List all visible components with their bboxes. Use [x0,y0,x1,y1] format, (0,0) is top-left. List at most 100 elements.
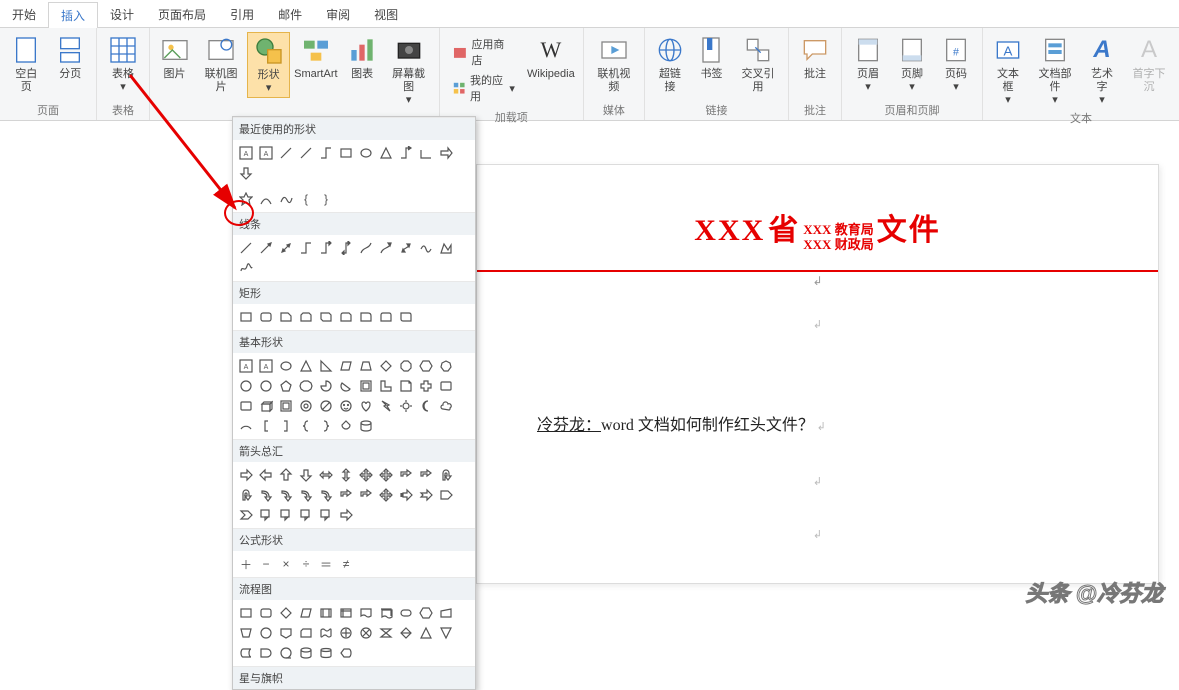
shape-rect-round2[interactable] [377,308,395,326]
shape-gen-arrow-shapes-5[interactable] [337,466,355,484]
shape-gen-arrow-shapes-16[interactable] [337,486,355,504]
shape-gen-flow-shapes-14[interactable] [297,624,315,642]
shape-gen-basic-shapes-17[interactable] [357,377,375,395]
shape-line-double-arrow[interactable] [277,239,295,257]
shape-gen-arrow-shapes-8[interactable] [397,466,415,484]
shape-line-arrow[interactable] [257,239,275,257]
tab-pagelayout[interactable]: 页面布局 [146,2,218,27]
shape-gen-arrow-shapes-4[interactable] [317,466,335,484]
shape-elbow-da[interactable] [337,239,355,257]
shape-arrow[interactable] [437,144,455,162]
shape-gen-flow-shapes-24[interactable] [277,644,295,662]
shape-gen-basic-shapes-38[interactable] [337,417,355,435]
shape-gen-flow-shapes-1[interactable] [257,604,275,622]
shape-gen-basic-shapes-15[interactable] [317,377,335,395]
shape-gen-arrow-shapes-3[interactable] [297,466,315,484]
shape-gen-basic-shapes-24[interactable] [277,397,295,415]
wordart-button[interactable]: A艺术字▾ [1081,32,1123,109]
shape-line-straight[interactable] [237,239,255,257]
shape-gen-arrow-shapes-22[interactable] [237,506,255,524]
shape-gen-arrow-shapes-18[interactable] [377,486,395,504]
screenshot-button[interactable]: 屏幕截图▾ [383,32,435,109]
shape-curve-c[interactable] [357,239,375,257]
shape-gen-basic-shapes-11[interactable] [237,377,255,395]
shape-gen-basic-shapes-9[interactable] [417,357,435,375]
shape-gen-flow-shapes-12[interactable] [257,624,275,642]
shape-gen-basic-shapes-12[interactable] [257,377,275,395]
shape-gen-basic-shapes-16[interactable] [337,377,355,395]
shape-gen-flow-shapes-11[interactable] [237,624,255,642]
shape-gen-basic-shapes-13[interactable] [277,377,295,395]
shape-gen-arrow-shapes-2[interactable] [277,466,295,484]
dropcap-button[interactable]: A首字下沉 [1123,32,1175,96]
shape-triangle[interactable] [377,144,395,162]
shape-gen-flow-shapes-8[interactable] [397,604,415,622]
shape-line2[interactable] [297,144,315,162]
shape-gen-basic-shapes-7[interactable] [377,357,395,375]
shape-gen-flow-shapes-20[interactable] [417,624,435,642]
shape-gen-arrow-shapes-7[interactable] [377,466,395,484]
shape-gen-flow-shapes-15[interactable] [317,624,335,642]
shape-gen-basic-shapes-14[interactable] [297,377,315,395]
shape-multiply[interactable]: × [277,555,295,573]
footer-button[interactable]: 页脚▾ [890,32,934,96]
shape-gen-arrow-shapes-14[interactable] [297,486,315,504]
shape-gen-arrow-shapes-17[interactable] [357,486,375,504]
shape-gen-flow-shapes-26[interactable] [317,644,335,662]
shape-gen-basic-shapes-19[interactable] [397,377,415,395]
shape-gen-basic-shapes-36[interactable] [297,417,315,435]
cross-reference-button[interactable]: 交叉引用 [732,32,784,96]
shape-free-curve[interactable] [417,239,435,257]
shape-gen-basic-shapes-10[interactable] [437,357,455,375]
tab-view[interactable]: 视图 [362,2,410,27]
tab-design[interactable]: 设计 [98,2,146,27]
shape-gen-basic-shapes-32[interactable] [437,397,455,415]
shape-gen-basic-shapes-28[interactable] [357,397,375,415]
shape-gen-arrow-shapes-0[interactable] [237,466,255,484]
smartart-button[interactable]: SmartArt [290,32,341,83]
shape-gen-flow-shapes-23[interactable] [257,644,275,662]
shape-gen-basic-shapes-31[interactable] [417,397,435,415]
shape-notequal[interactable]: ≠ [337,555,355,573]
chart-button[interactable]: 图表 [342,32,383,83]
shape-brace-r[interactable]: } [317,190,335,208]
tab-review[interactable]: 审阅 [314,2,362,27]
shape-gen-basic-shapes-33[interactable] [237,417,255,435]
shape-gen-arrow-shapes-26[interactable] [317,506,335,524]
wikipedia-button[interactable]: WWikipedia [523,32,579,83]
shape-gen-basic-shapes-25[interactable] [297,397,315,415]
shape-rect1[interactable] [237,308,255,326]
shape-curve[interactable] [277,190,295,208]
textbox-button[interactable]: A文本框▾ [987,32,1029,109]
shape-rect-snip2d[interactable] [317,308,335,326]
shape-gen-flow-shapes-10[interactable] [437,604,455,622]
shape-rect-round2d[interactable] [397,308,415,326]
shape-gen-flow-shapes-0[interactable] [237,604,255,622]
tab-mail[interactable]: 邮件 [266,2,314,27]
shape-gen-basic-shapes-8[interactable] [397,357,415,375]
shape-gen-basic-shapes-30[interactable] [397,397,415,415]
shape-gen-arrow-shapes-9[interactable] [417,466,435,484]
my-apps-button[interactable]: 我的应用 ▾ [448,70,519,106]
header-button[interactable]: 页眉▾ [846,32,890,96]
shape-gen-arrow-shapes-24[interactable] [277,506,295,524]
shape-gen-basic-shapes-5[interactable] [337,357,355,375]
shape-rect-snip1[interactable] [277,308,295,326]
shape-gen-arrow-shapes-27[interactable] [337,506,355,524]
shape-gen-arrow-shapes-21[interactable] [437,486,455,504]
shape-minus[interactable]: − [257,555,275,573]
shape-gen-basic-shapes-23[interactable] [257,397,275,415]
shape-oval[interactable] [357,144,375,162]
shape-gen-basic-shapes-3[interactable] [297,357,315,375]
document-body[interactable]: 冷芬龙：word 文档如何制作红头文件？ ↲ [537,411,1098,435]
shape-curve-da[interactable] [397,239,415,257]
shape-gen-arrow-shapes-23[interactable] [257,506,275,524]
shape-divide[interactable]: ÷ [297,555,315,573]
shape-gen-basic-shapes-1[interactable]: A [257,357,275,375]
shape-gen-basic-shapes-29[interactable] [377,397,395,415]
shape-gen-basic-shapes-37[interactable] [317,417,335,435]
shape-gen-flow-shapes-9[interactable] [417,604,435,622]
shape-gen-flow-shapes-27[interactable] [337,644,355,662]
page-number-button[interactable]: #页码▾ [934,32,978,96]
document-page[interactable]: XXX 省XXX 教育局XXX 财政局文件 ↲ ↲ 冷芬龙：word 文档如何制… [476,164,1159,584]
